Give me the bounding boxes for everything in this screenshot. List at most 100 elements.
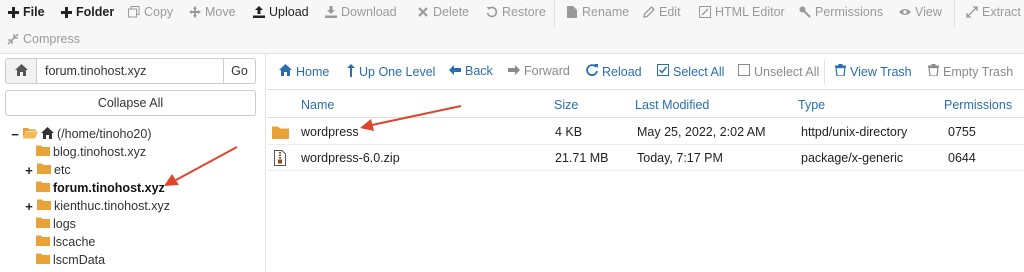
file-size: 21.71 MB — [555, 151, 609, 165]
expand-icon — [966, 6, 978, 18]
back-label: Back — [465, 64, 493, 78]
file-type: httpd/unix-directory — [801, 125, 908, 139]
file-last-modified: Today, 7:17 PM — [637, 151, 723, 165]
up-one-level-button[interactable]: Up One Level — [347, 64, 435, 80]
go-button[interactable]: Go — [224, 58, 256, 84]
extract-button[interactable]: Extract — [966, 5, 1021, 19]
eye-icon — [899, 6, 911, 18]
collapse-all-button[interactable]: Collapse All — [5, 90, 256, 116]
file-name[interactable]: wordpress — [301, 125, 359, 139]
select-all-label: Select All — [673, 64, 725, 79]
directory-tree-panel: Go Collapse All − (/home/tinoho20) blog.… — [0, 54, 266, 272]
home-icon — [41, 126, 54, 142]
main-toolbar: File Folder Copy Move Upload Download De… — [0, 0, 1024, 54]
trash-icon — [835, 64, 846, 79]
tree-node-etc[interactable]: + etc — [24, 162, 70, 178]
empty-trash-button[interactable]: Empty Trash — [928, 64, 1013, 79]
tree-node-home[interactable]: − (/home/tinoho20) — [10, 126, 152, 142]
column-header-type[interactable]: Type — [798, 98, 825, 112]
tree-node-label: kienthuc.tinohost.xyz — [54, 199, 171, 213]
tree-node-lscache[interactable]: lscache — [36, 234, 95, 250]
html-editor-label: HTML Editor — [715, 5, 785, 19]
path-navigation: Go — [5, 58, 256, 84]
unselect-all-label: Unselect All — [754, 64, 820, 79]
home-path-button[interactable] — [5, 58, 37, 84]
reload-button[interactable]: Reload — [586, 64, 642, 79]
new-file-button[interactable]: File — [7, 5, 45, 19]
plus-icon — [60, 6, 72, 18]
tree-node-blog[interactable]: blog.tinohost.xyz — [36, 144, 146, 160]
home-button[interactable]: Home — [279, 64, 329, 79]
view-trash-label: View Trash — [850, 64, 912, 79]
rename-button[interactable]: Rename — [566, 5, 629, 19]
move-label: Move — [205, 5, 236, 19]
folder-icon — [37, 199, 51, 213]
folder-icon — [272, 126, 289, 142]
reload-icon — [586, 64, 598, 79]
column-header-permissions[interactable]: Permissions — [944, 98, 1012, 112]
file-list-toolbar: Home Up One Level Back Forward Reload Se… — [267, 54, 1024, 90]
tree-node-kienthuc[interactable]: + kienthuc.tinohost.xyz — [24, 198, 170, 214]
edit-button[interactable]: Edit — [643, 5, 681, 19]
download-label: Download — [341, 5, 397, 19]
new-folder-label: Folder — [76, 5, 115, 19]
forward-label: Forward — [524, 64, 570, 78]
reload-label: Reload — [602, 64, 642, 79]
home-icon — [279, 64, 292, 79]
edit-label: Edit — [659, 5, 681, 19]
forward-button[interactable]: Forward — [508, 64, 570, 78]
new-file-label: File — [23, 5, 45, 19]
path-input[interactable] — [37, 58, 224, 84]
html-editor-button[interactable]: HTML Editor — [699, 5, 785, 19]
tree-node-logs[interactable]: logs — [36, 216, 76, 232]
file-name[interactable]: wordpress-6.0.zip — [301, 151, 400, 165]
unselect-all-button[interactable]: Unselect All — [738, 64, 819, 79]
compress-button[interactable]: Compress — [7, 32, 80, 46]
level-up-icon — [347, 64, 355, 80]
up-one-level-label: Up One Level — [359, 65, 436, 79]
copy-button[interactable]: Copy — [128, 5, 173, 19]
upload-icon — [253, 6, 265, 18]
back-button[interactable]: Back — [449, 64, 493, 78]
download-button[interactable]: Download — [325, 5, 397, 19]
html-editor-icon — [699, 6, 711, 18]
column-header-name[interactable]: Name — [301, 98, 334, 112]
upload-button[interactable]: Upload — [253, 5, 309, 19]
select-all-button[interactable]: Select All — [657, 64, 724, 79]
permissions-button[interactable]: Permissions — [799, 5, 883, 19]
move-button[interactable]: Move — [189, 5, 236, 19]
zip-file-icon — [274, 150, 286, 169]
tree-expand-toggle[interactable]: + — [24, 163, 34, 178]
trash-icon — [928, 64, 939, 79]
checkbox-checked-icon — [657, 64, 669, 79]
column-header-size[interactable]: Size — [554, 98, 578, 112]
table-row[interactable]: wordpress-6.0.zip 21.71 MB Today, 7:17 P… — [267, 145, 1024, 171]
toolbar-divider — [824, 60, 825, 84]
file-type: package/x-generic — [801, 151, 904, 165]
restore-button[interactable]: Restore — [486, 5, 546, 19]
tree-collapse-toggle[interactable]: − — [10, 127, 20, 142]
view-label: View — [915, 5, 942, 19]
folder-icon — [36, 145, 50, 159]
new-folder-button[interactable]: Folder — [60, 5, 114, 19]
tree-expand-toggle[interactable]: + — [24, 199, 34, 214]
table-row[interactable]: wordpress 4 KB May 25, 2022, 2:02 AM htt… — [267, 119, 1024, 145]
rename-icon — [566, 6, 578, 18]
copy-icon — [128, 6, 140, 18]
view-button[interactable]: View — [899, 5, 942, 19]
move-icon — [189, 6, 201, 18]
folder-open-icon — [23, 127, 38, 142]
tree-node-lscmdata[interactable]: lscmData — [36, 252, 105, 268]
view-trash-button[interactable]: View Trash — [835, 64, 912, 79]
column-header-last-modified[interactable]: Last Modified — [635, 98, 709, 112]
upload-label: Upload — [269, 5, 309, 19]
arrow-right-icon — [508, 64, 520, 78]
download-icon — [325, 6, 337, 18]
empty-trash-label: Empty Trash — [943, 64, 1014, 79]
restore-label: Restore — [502, 5, 546, 19]
tree-node-forum[interactable]: forum.tinohost.xyz — [36, 180, 165, 196]
arrow-left-icon — [449, 64, 461, 78]
toolbar-divider — [554, 0, 555, 27]
permissions-label: Permissions — [815, 5, 884, 19]
delete-button[interactable]: Delete — [417, 5, 469, 19]
